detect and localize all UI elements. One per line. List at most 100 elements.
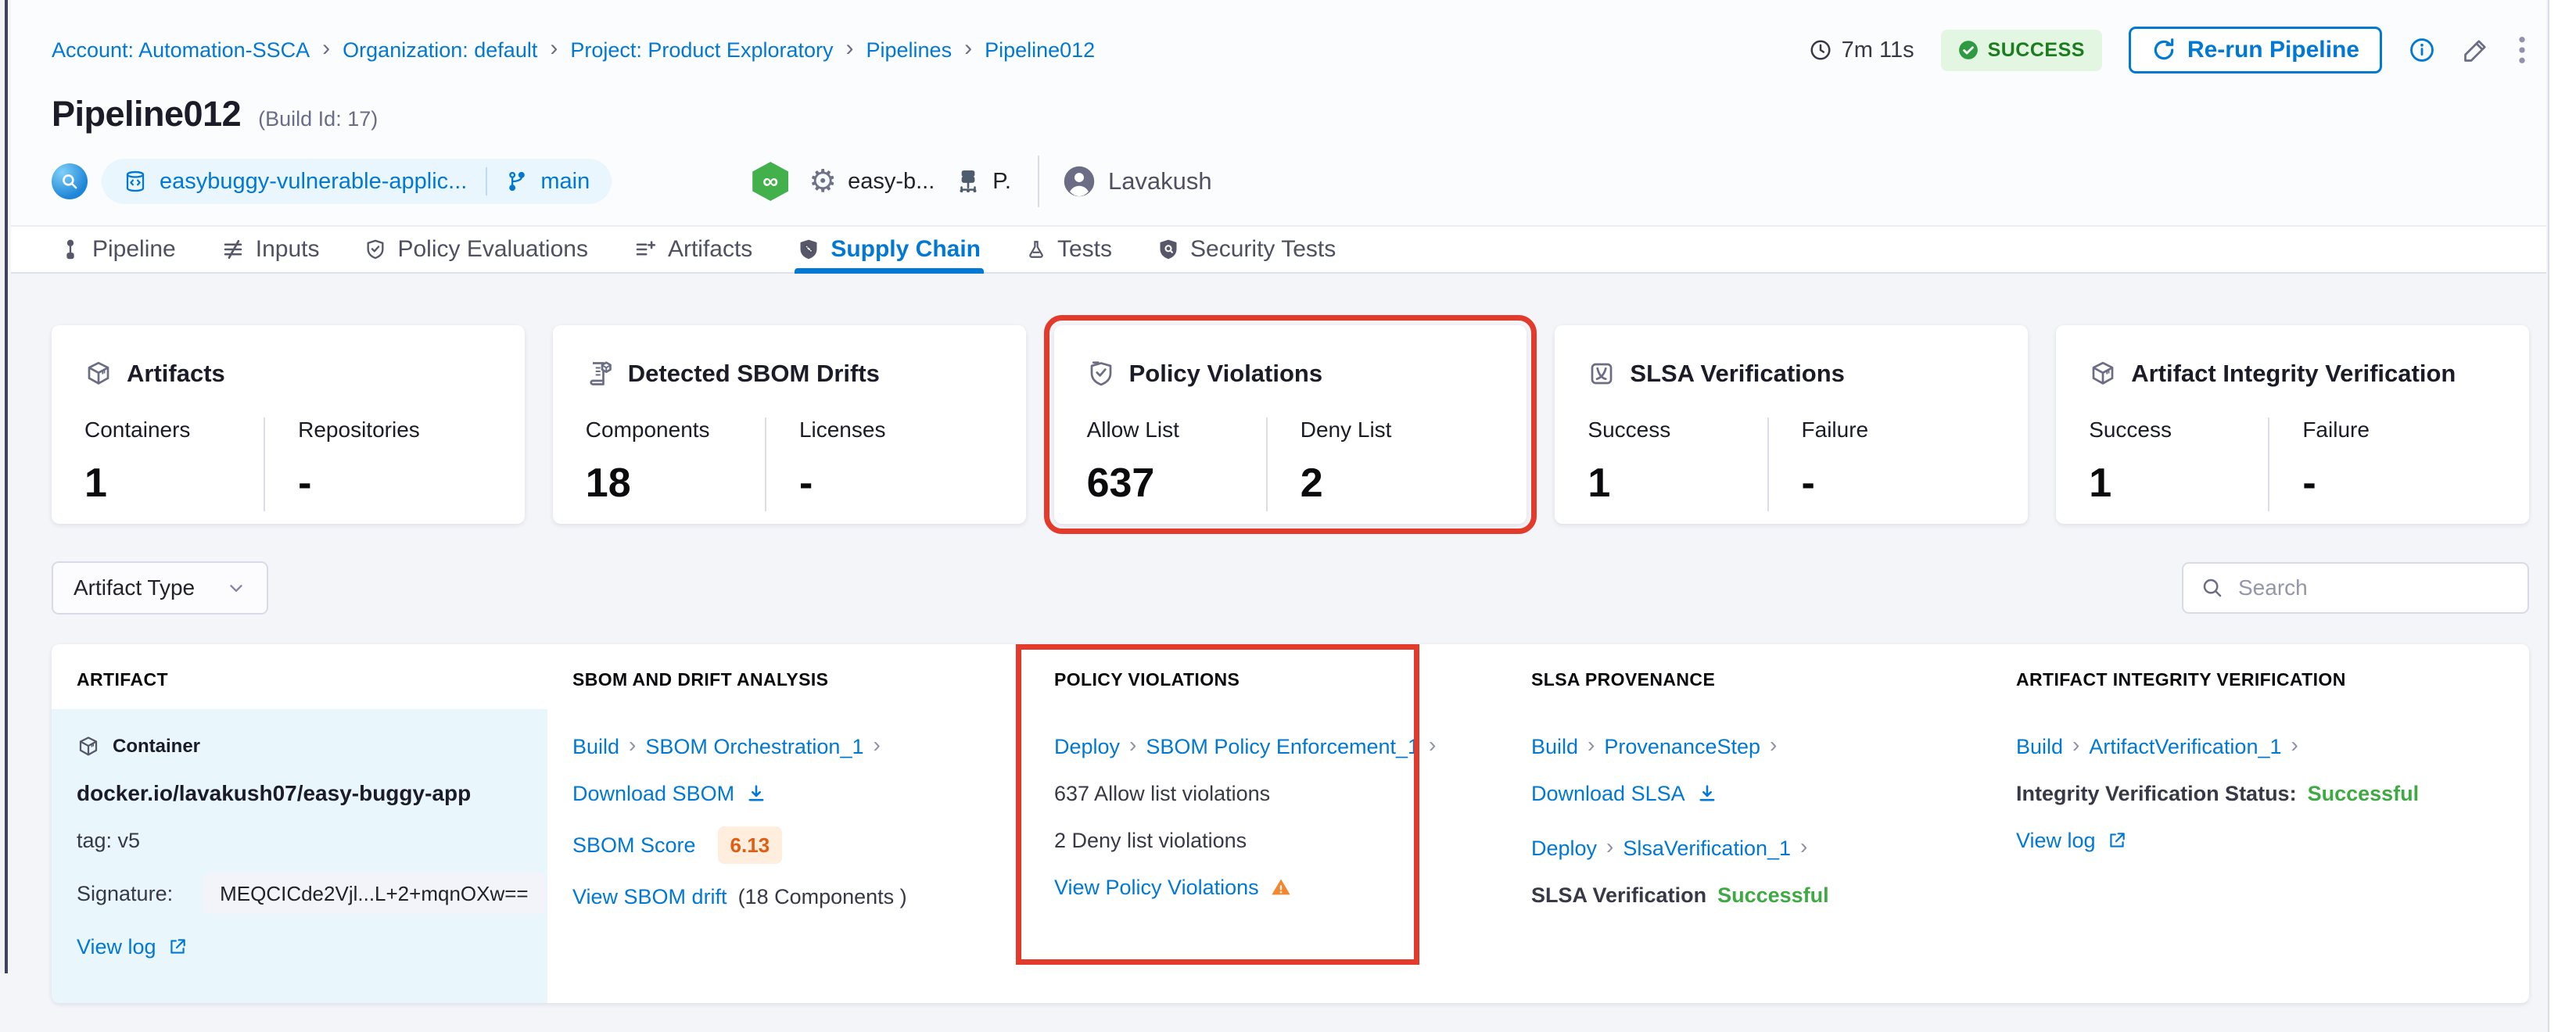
breadcrumb-organization[interactable]: Organization: default — [343, 38, 537, 63]
tab-inputs[interactable]: Inputs — [221, 227, 320, 272]
user-name: Lavakush — [1108, 167, 1212, 195]
supply-chain-shield-icon — [798, 238, 820, 261]
card-title-text: Policy Violations — [1129, 360, 1323, 388]
step-link[interactable]: SBOM Orchestration_1 — [645, 733, 863, 761]
stat-label: Success — [1588, 417, 1767, 443]
breadcrumb-pipelines[interactable]: Pipelines — [866, 38, 953, 63]
pipeline-icon — [59, 238, 81, 260]
signature-value[interactable]: MEQCICde2Vjl...L+2+mqnOXw== — [203, 873, 546, 914]
stat-divider — [1767, 417, 1769, 511]
step-link[interactable]: ArtifactVerification_1 — [2089, 733, 2281, 761]
triggered-by-user: Lavakush — [1063, 165, 1212, 198]
filter-row: Artifact Type — [52, 561, 2529, 615]
branch-icon — [506, 170, 528, 193]
artifact-type-badge: Container — [113, 733, 200, 761]
search-input[interactable] — [2238, 575, 2510, 600]
download-sbom-link[interactable]: Download SBOM — [572, 779, 767, 808]
breadcrumb-account[interactable]: Account: Automation-SSCA — [52, 38, 310, 63]
supply-chain-content: Artifacts Containers 1 Repositories - — [11, 325, 2546, 1003]
policy-violations-cell: Deploy › SBOM Policy Enforcement_1 › 637… — [1029, 709, 1506, 1003]
service-name[interactable]: easy-b... — [848, 169, 935, 195]
stat-label: Components — [586, 417, 765, 443]
info-icon — [2409, 37, 2435, 63]
stage-link[interactable]: Deploy — [1531, 834, 1597, 862]
sbom-drift-count: (18 Components ) — [738, 883, 907, 911]
chevron-right-icon: › — [2291, 731, 2298, 759]
sbom-score-link[interactable]: SBOM Score — [572, 831, 696, 859]
chevron-right-icon: › — [1606, 833, 1613, 861]
stat-divider — [765, 417, 766, 511]
pill-divider — [486, 167, 487, 195]
integrity-status-label: Integrity Verification Status: — [2016, 779, 2297, 808]
chevron-right-icon: › — [874, 731, 881, 759]
more-options-button[interactable] — [2517, 34, 2528, 66]
stat-value: 18 — [586, 460, 765, 507]
slsa-provenance-cell: Build › ProvenanceStep › Download SLSA — [1506, 709, 1991, 1003]
tab-tests[interactable]: Tests — [1026, 227, 1112, 272]
service-gear-icon: ⚙ — [809, 166, 837, 197]
breadcrumb-pipeline012[interactable]: Pipeline012 — [985, 38, 1095, 63]
tab-pipeline[interactable]: Pipeline — [59, 227, 176, 272]
card-title-text: SLSA Verifications — [1630, 360, 1845, 388]
stat-value: - — [799, 460, 978, 507]
chevron-right-icon: › — [1800, 833, 1807, 861]
collapsed-nav-rail — [0, 0, 8, 973]
chevron-right-icon: › — [322, 37, 330, 60]
duration-text: 7m 11s — [1842, 38, 1914, 63]
scrollbar-gutter[interactable] — [2548, 0, 2576, 1032]
edit-pipeline-button[interactable] — [2462, 36, 2490, 64]
repo-name[interactable]: easybuggy-vulnerable-applic... — [160, 169, 467, 195]
column-header-integrity: ARTIFACT INTEGRITY VERIFICATION — [1991, 669, 2529, 690]
chevron-right-icon: › — [1129, 731, 1136, 759]
title-row: Pipeline012 (Build Id: 17) — [52, 94, 2528, 134]
stat-value: 1 — [1588, 460, 1767, 507]
tab-security-tests[interactable]: Security Tests — [1157, 227, 1336, 272]
avatar-icon — [1063, 165, 1096, 198]
step-link[interactable]: SBOM Policy Enforcement_1 — [1146, 733, 1419, 761]
kebab-menu-icon — [2517, 34, 2528, 66]
sbom-cell: Build › SBOM Orchestration_1 › Download … — [547, 709, 1029, 1003]
execution-duration: 7m 11s — [1809, 38, 1914, 63]
stat-label: Failure — [1802, 417, 1981, 443]
slsa-verification-status: Successful — [1717, 881, 1829, 909]
top-bar: Account: Automation-SSCA › Organization:… — [52, 27, 2528, 73]
flask-icon — [1026, 238, 1046, 261]
artifact-type-select[interactable]: Artifact Type — [52, 561, 268, 615]
repo-branch-pill[interactable]: easybuggy-vulnerable-applic... main — [102, 159, 612, 204]
chevron-right-icon: › — [846, 37, 854, 60]
view-sbom-drift-link[interactable]: View SBOM drift — [572, 883, 727, 911]
chevron-right-icon: › — [1588, 731, 1595, 759]
stage-link[interactable]: Build — [572, 733, 619, 761]
column-header-policy-violations: POLICY VIOLATIONS — [1029, 669, 1506, 690]
tab-artifacts[interactable]: Artifacts — [633, 227, 752, 272]
chevron-right-icon: › — [1429, 731, 1436, 759]
breadcrumb-project[interactable]: Project: Product Exploratory — [570, 38, 833, 63]
table-row: Container docker.io/lavakush07/easy-bugg… — [52, 709, 2529, 1003]
cube-icon — [2089, 360, 2117, 388]
rerun-pipeline-button[interactable]: Re-run Pipeline — [2129, 27, 2382, 73]
view-policy-violations-link[interactable]: View Policy Violations — [1054, 873, 1292, 901]
summary-cards: Artifacts Containers 1 Repositories - — [52, 325, 2529, 524]
environment-name[interactable]: P. — [992, 169, 1011, 195]
execution-info-button[interactable] — [2409, 37, 2435, 63]
stat-value: 1 — [84, 460, 264, 507]
tab-policy-evaluations[interactable]: Policy Evaluations — [364, 227, 587, 272]
step-link[interactable]: SlsaVerification_1 — [1623, 834, 1791, 862]
deny-list-violations: 2 Deny list violations — [1054, 826, 1483, 855]
header-actions: 7m 11s SUCCESS Re-run Pipeline — [1809, 27, 2528, 73]
stage-link[interactable]: Deploy — [1054, 733, 1120, 761]
view-log-link[interactable]: View log — [77, 933, 188, 961]
view-log-link[interactable]: View log — [2016, 826, 2127, 855]
column-header-artifact: ARTIFACT — [52, 669, 547, 690]
tab-supply-chain[interactable]: Supply Chain — [798, 227, 981, 272]
chevron-right-icon: › — [629, 731, 636, 759]
page-header: Account: Automation-SSCA › Organization:… — [11, 0, 2546, 225]
branch-name[interactable]: main — [540, 169, 590, 195]
artifact-image-name: docker.io/lavakush07/easy-buggy-app — [77, 779, 524, 808]
external-link-icon — [167, 937, 188, 957]
stat-divider — [1266, 417, 1268, 511]
download-slsa-link[interactable]: Download SLSA — [1531, 779, 1718, 808]
step-link[interactable]: ProvenanceStep — [1604, 733, 1760, 761]
stage-link[interactable]: Build — [1531, 733, 1578, 761]
stage-link[interactable]: Build — [2016, 733, 2063, 761]
